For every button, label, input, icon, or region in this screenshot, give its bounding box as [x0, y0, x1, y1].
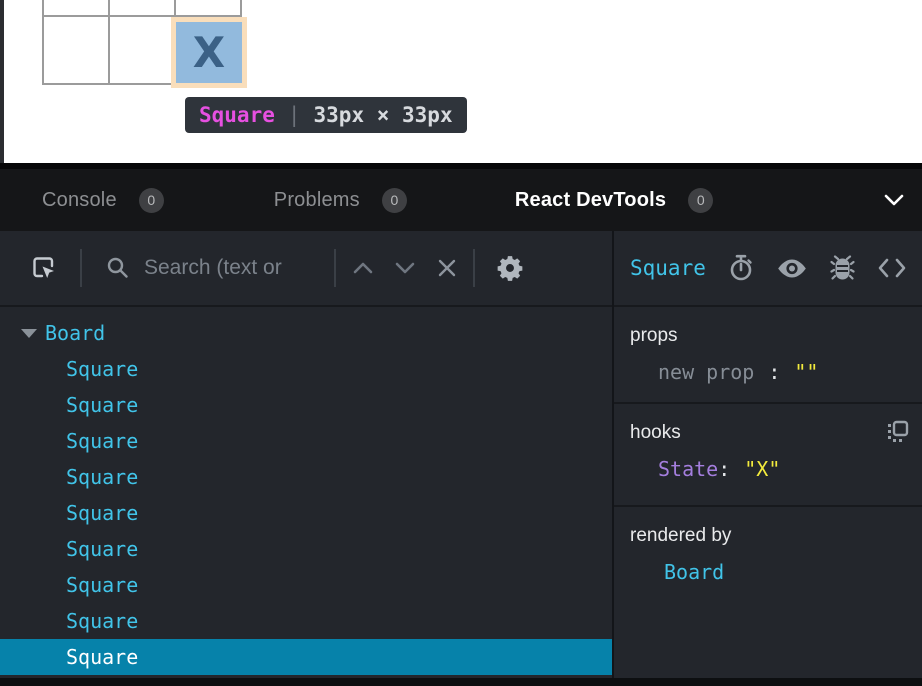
- tree-row-square[interactable]: Square: [0, 351, 612, 387]
- react-devtools-panel: Board Square Square Square Square Square…: [0, 231, 922, 678]
- view-source-icon[interactable]: [878, 258, 906, 278]
- hooks-section: hooks State : "X": [614, 404, 922, 507]
- element-size-tooltip: Square | 33px × 33px: [185, 97, 467, 133]
- inspected-page-viewport: X Square | 33px × 33px: [0, 0, 922, 163]
- search-input[interactable]: [144, 256, 334, 280]
- eye-inspect-dom-icon[interactable]: [777, 258, 807, 279]
- tab-problems[interactable]: Problems 0: [274, 188, 407, 213]
- tree-row-square[interactable]: Square: [0, 423, 612, 459]
- react-devtools-count-badge: 0: [688, 188, 713, 213]
- hook-name: State: [658, 457, 718, 481]
- page-left-edge: [0, 0, 4, 163]
- tree-row-square-selected[interactable]: Square: [0, 639, 612, 675]
- tree-row-square[interactable]: Square: [0, 603, 612, 639]
- bug-debug-icon[interactable]: [830, 255, 855, 281]
- chevron-down-icon[interactable]: [884, 194, 904, 207]
- square-value: X: [193, 28, 225, 77]
- rendered-by-section: rendered by Board: [614, 507, 922, 678]
- selected-component-name: Square: [630, 256, 706, 280]
- search-icon: [106, 256, 130, 280]
- toolbar-divider: [334, 249, 336, 287]
- rendered-by-title: rendered by: [630, 525, 906, 547]
- window-bottom-edge: [0, 678, 922, 686]
- tree-row-square[interactable]: Square: [0, 495, 612, 531]
- component-details-panel: Square: [614, 231, 922, 678]
- devtools-window: X Square | 33px × 33px Console 0 Problem…: [0, 0, 922, 686]
- tree-row-square[interactable]: Square: [0, 567, 612, 603]
- tooltip-separator: |: [288, 103, 301, 127]
- tooltip-dimensions: 33px × 33px: [314, 103, 453, 127]
- prop-value[interactable]: "": [794, 360, 818, 384]
- hooks-title: hooks: [630, 422, 906, 444]
- props-title: props: [630, 325, 906, 347]
- owner-link-board[interactable]: Board: [630, 560, 724, 584]
- console-count-badge: 0: [139, 188, 164, 213]
- tooltip-component-name: Square: [199, 103, 275, 127]
- component-tree: Board Square Square Square Square Square…: [0, 307, 612, 678]
- tree-row-square[interactable]: Square: [0, 387, 612, 423]
- profiler-stopwatch-icon[interactable]: [728, 254, 754, 282]
- board-cell[interactable]: [109, 0, 175, 16]
- next-match-icon[interactable]: [395, 262, 415, 274]
- toolbar-divider: [473, 249, 475, 287]
- tree-row-square[interactable]: Square: [0, 531, 612, 567]
- board-cell[interactable]: [43, 16, 109, 84]
- prop-entry[interactable]: new prop : "": [630, 360, 906, 384]
- devtools-tabbar: Console 0 Problems 0 React DevTools 0: [0, 169, 922, 231]
- board-cell[interactable]: [175, 0, 241, 16]
- parse-hook-names-icon[interactable]: [886, 420, 910, 444]
- settings-gear-icon[interactable]: [496, 254, 524, 282]
- previous-match-icon[interactable]: [353, 262, 373, 274]
- details-header: Square: [614, 231, 922, 307]
- board-cell[interactable]: [43, 0, 109, 16]
- problems-count-badge: 0: [382, 188, 407, 213]
- components-tree-panel: Board Square Square Square Square Square…: [0, 231, 612, 678]
- tab-react-devtools[interactable]: React DevTools 0: [515, 188, 713, 213]
- board-cell[interactable]: [109, 16, 175, 84]
- expander-triangle-icon[interactable]: [21, 329, 37, 338]
- prop-key: new prop: [658, 360, 754, 384]
- tab-console[interactable]: Console 0: [42, 188, 164, 213]
- inspect-element-icon[interactable]: [30, 254, 58, 282]
- props-section: props new prop : "": [614, 307, 922, 404]
- inspect-highlight-content: X: [176, 22, 242, 83]
- tree-row-board[interactable]: Board: [0, 315, 612, 351]
- toolbar-divider: [80, 249, 82, 287]
- hook-value[interactable]: "X": [744, 457, 780, 481]
- tree-row-square[interactable]: Square: [0, 459, 612, 495]
- tree-toolbar: [0, 231, 612, 307]
- clear-search-icon[interactable]: [437, 258, 457, 278]
- hook-entry[interactable]: State : "X": [630, 457, 906, 481]
